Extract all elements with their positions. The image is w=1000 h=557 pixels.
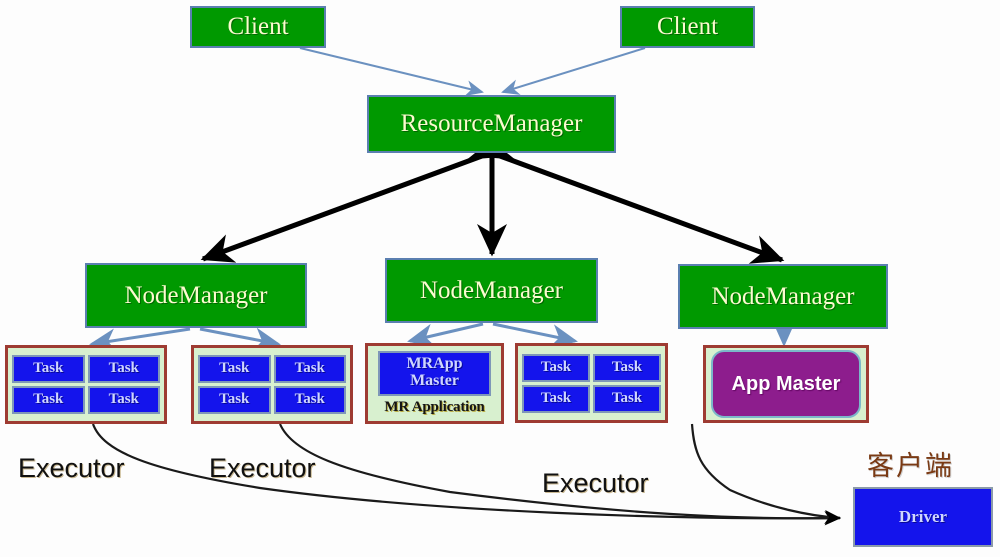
mrapp-master-line-1: MRApp <box>406 355 463 373</box>
task-box[interactable]: Task <box>87 355 160 383</box>
task-grid-2: Task Task Task Task <box>198 355 346 414</box>
app-master-box[interactable]: App Master <box>711 350 861 418</box>
executor-container-3[interactable]: Task Task Task Task <box>515 343 668 423</box>
task-box[interactable]: Task <box>12 386 85 414</box>
client-label-1: Client <box>227 13 289 40</box>
diagram-canvas: Client Client ResourceManager NodeManage… <box>0 0 1000 557</box>
task-box[interactable]: Task <box>593 384 661 413</box>
task-grid-1: Task Task Task Task <box>12 355 160 414</box>
task-box[interactable]: Task <box>87 386 160 414</box>
executor-label-3: Executor <box>542 468 649 498</box>
mrapp-master-box[interactable]: MRApp Master <box>378 351 491 396</box>
node-manager-label-2: NodeManager <box>420 276 563 304</box>
task-box[interactable]: Task <box>593 353 661 382</box>
driver-caption-chinese: 客户端 <box>867 451 954 481</box>
task-box[interactable]: Task <box>522 384 590 413</box>
edge-rm-to-nodemanagers <box>200 126 785 264</box>
executor-label-1: Executor <box>18 453 125 483</box>
app-master-container[interactable]: App Master <box>703 345 869 423</box>
task-box[interactable]: Task <box>273 386 346 414</box>
edge-nm1-to-containers <box>89 327 281 353</box>
task-box[interactable]: Task <box>12 355 85 383</box>
driver-box[interactable]: Driver <box>853 487 993 547</box>
mr-application-caption: MR Application <box>384 398 485 415</box>
mr-application-container[interactable]: MRApp Master MR Application <box>365 343 504 424</box>
executor-label-2: Executor <box>209 453 316 483</box>
client-box-2[interactable]: Client <box>620 6 755 48</box>
client-box-1[interactable]: Client <box>190 6 326 48</box>
client-label-2: Client <box>656 13 719 40</box>
executor-container-1[interactable]: Task Task Task Task <box>5 345 167 424</box>
executor-container-2[interactable]: Task Task Task Task <box>191 345 353 424</box>
node-manager-box-3[interactable]: NodeManager <box>678 264 888 329</box>
edge-client-to-rm <box>299 47 646 97</box>
edge-executors-to-driver <box>91 423 842 526</box>
task-grid-3: Task Task Task Task <box>522 353 661 413</box>
resource-manager-box[interactable]: ResourceManager <box>367 95 616 153</box>
node-manager-label-1: NodeManager <box>124 281 268 309</box>
task-box[interactable]: Task <box>198 386 271 414</box>
node-manager-label-3: NodeManager <box>711 282 855 310</box>
resource-manager-label: ResourceManager <box>400 110 583 137</box>
task-box[interactable]: Task <box>198 355 271 383</box>
mrapp-master-line-2: Master <box>410 372 459 389</box>
node-manager-box-2[interactable]: NodeManager <box>385 258 598 323</box>
driver-label: Driver <box>898 507 948 526</box>
node-manager-box-1[interactable]: NodeManager <box>85 263 307 328</box>
task-box[interactable]: Task <box>522 353 590 382</box>
task-box[interactable]: Task <box>273 355 346 383</box>
edge-nm2-to-containers <box>407 322 578 348</box>
